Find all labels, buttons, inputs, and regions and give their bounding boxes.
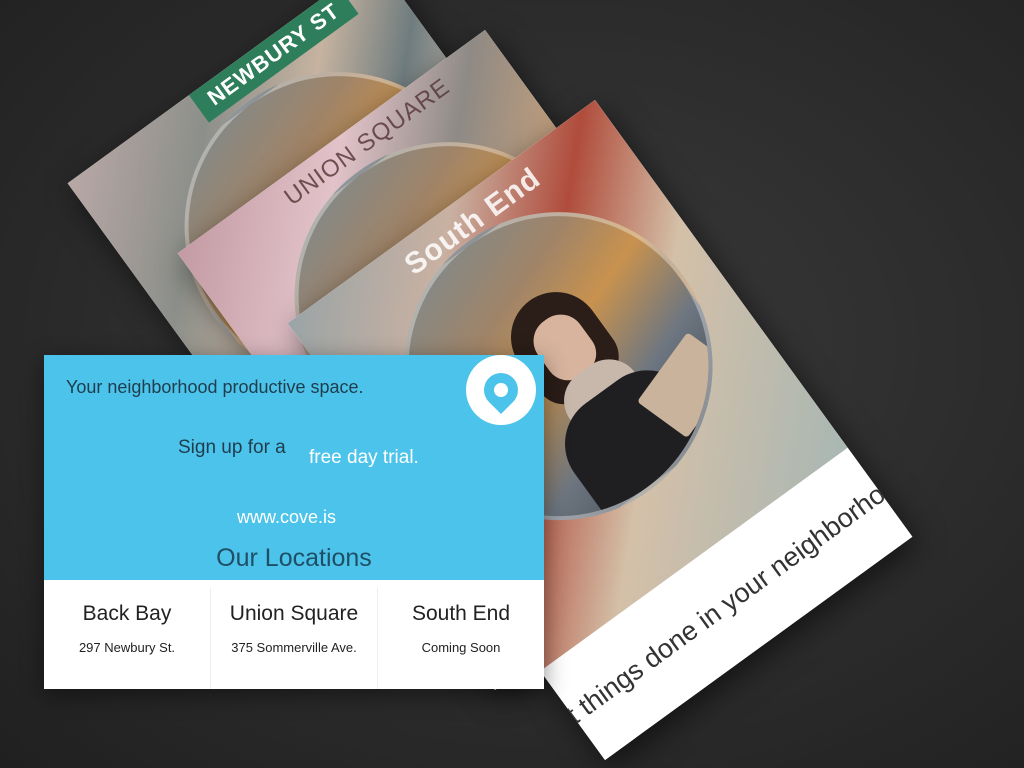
free-trial-text: free day trial.	[309, 447, 419, 468]
flyer-header: Your neighborhood productive space. Sign…	[44, 355, 544, 580]
location-name: Union Square	[229, 602, 359, 625]
location-address: 297 Newbury St.	[78, 640, 176, 655]
location-address: Coming Soon	[421, 640, 501, 655]
cove-flyer: Your neighborhood productive space. Sign…	[44, 355, 544, 689]
location-name: South End	[411, 602, 511, 625]
locations-list: Back Bay 297 Newbury St. Union Square 37…	[44, 588, 544, 689]
location-union-square: Union Square 375 Sommerville Ave.	[211, 588, 378, 689]
flyer-headline: Your neighborhood productive space.	[66, 377, 364, 397]
website-url: www.cove.is	[237, 507, 337, 527]
location-pin-icon	[466, 355, 536, 425]
location-back-bay: Back Bay 297 Newbury St.	[44, 588, 211, 689]
signup-text: Sign up for a	[178, 437, 286, 458]
location-name: Back Bay	[82, 602, 172, 625]
location-address: 375 Sommerville Ave.	[231, 640, 357, 655]
locations-title: Our Locations	[216, 544, 372, 572]
location-south-end: South End Coming Soon	[378, 588, 544, 689]
